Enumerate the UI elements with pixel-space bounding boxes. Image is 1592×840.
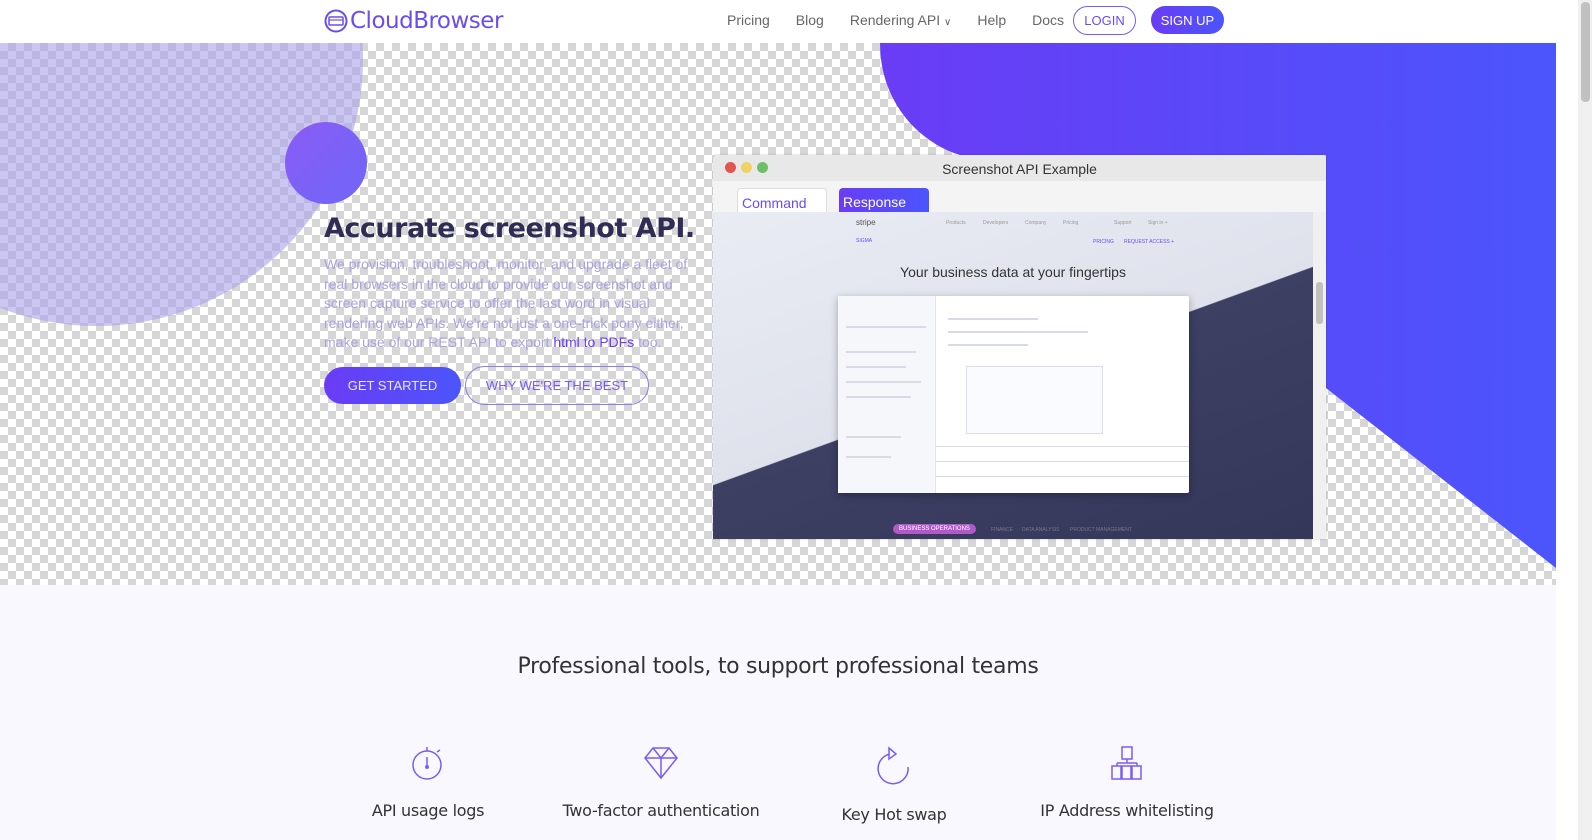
shot-brand: stripe: [856, 218, 876, 227]
window-titlebar: Screenshot API Example: [713, 155, 1326, 181]
nav-blog[interactable]: Blog: [796, 12, 824, 28]
browser-logo-icon: [324, 9, 348, 33]
feature-two-factor: Two-factor authentication: [551, 745, 771, 820]
shot-pill: PRODUCT MANAGEMENT: [1070, 527, 1132, 533]
feature-label: Key Hot swap: [841, 805, 947, 824]
page-scrollbar[interactable]: [1578, 0, 1592, 840]
shot-nav: Sign in +: [1148, 220, 1168, 226]
shot-subnav: PRICING: [1093, 239, 1114, 245]
response-screenshot: stripe Products Developers Company Prici…: [713, 212, 1313, 539]
shot-headline: Your business data at your fingertips: [900, 264, 1126, 280]
features-title: Professional tools, to support professio…: [517, 654, 1039, 679]
brand-name: CloudBrowser: [350, 8, 503, 34]
desc-text-end: too.: [634, 334, 662, 351]
nav-rendering-api[interactable]: Rendering API ∨: [850, 12, 952, 28]
signup-button[interactable]: SIGN UP: [1151, 6, 1224, 34]
feature-label: Two-factor authentication: [562, 801, 760, 820]
decorative-small-circle: [285, 122, 367, 204]
html-to-pdfs-link[interactable]: html to PDFs: [553, 334, 634, 350]
shot-product: SIGMA: [856, 238, 873, 244]
get-started-button[interactable]: GET STARTED: [324, 367, 461, 404]
diamond-icon: [644, 747, 678, 780]
shot-subnav: REQUEST ACCESS +: [1124, 239, 1175, 245]
feature-ip-whitelisting: IP Address whitelisting: [1017, 745, 1237, 820]
chevron-down-icon: ∨: [944, 17, 952, 28]
screenshot-scrollbar[interactable]: [1313, 212, 1326, 539]
top-nav: CloudBrowser Pricing Blog Rendering API …: [0, 0, 1556, 43]
why-best-button[interactable]: WHY WE'RE THE BEST: [465, 366, 649, 405]
hero-title: Accurate screenshot API.: [324, 213, 695, 244]
nav-pricing[interactable]: Pricing: [727, 12, 770, 28]
shot-nav: Support: [1114, 220, 1132, 226]
shot-nav: Developers: [983, 220, 1009, 226]
feature-label: API usage logs: [371, 801, 485, 820]
screenshot-example-window: Screenshot API Example Command Response …: [713, 155, 1326, 539]
shot-nav: Pricing: [1063, 220, 1079, 226]
shot-pill-active: BUSINESS OPERATIONS: [893, 524, 976, 534]
shot-app-panel: [838, 296, 1189, 493]
hero-description: We provision, troubleshoot, monitor, and…: [324, 255, 694, 353]
feature-api-usage-logs: API usage logs: [318, 745, 538, 820]
nav-docs[interactable]: Docs: [1032, 12, 1064, 28]
login-button[interactable]: LOGIN: [1073, 6, 1136, 35]
feature-label: IP Address whitelisting: [1040, 801, 1214, 820]
stopwatch-icon: [412, 747, 442, 780]
nav-rendering-api-label: Rendering API: [849, 12, 941, 28]
tab-command[interactable]: Command: [737, 188, 827, 213]
features-section: Professional tools, to support professio…: [0, 585, 1556, 840]
shot-pill: FINANCE: [991, 527, 1013, 533]
shot-nav: Products: [946, 220, 966, 226]
refresh-icon: [877, 746, 909, 785]
nav-help[interactable]: Help: [977, 12, 1006, 28]
feature-key-hot-swap: Key Hot swap: [784, 745, 1004, 824]
tab-response[interactable]: Response: [839, 188, 929, 213]
brand-logo[interactable]: CloudBrowser: [324, 8, 503, 34]
shot-pill: DATA ANALYSIS: [1022, 527, 1060, 533]
window-title: Screenshot API Example: [942, 161, 1097, 177]
hero-section: Accurate screenshot API. We provision, t…: [0, 43, 1556, 585]
network-icon: [1111, 746, 1142, 780]
shot-nav: Company: [1025, 220, 1047, 226]
